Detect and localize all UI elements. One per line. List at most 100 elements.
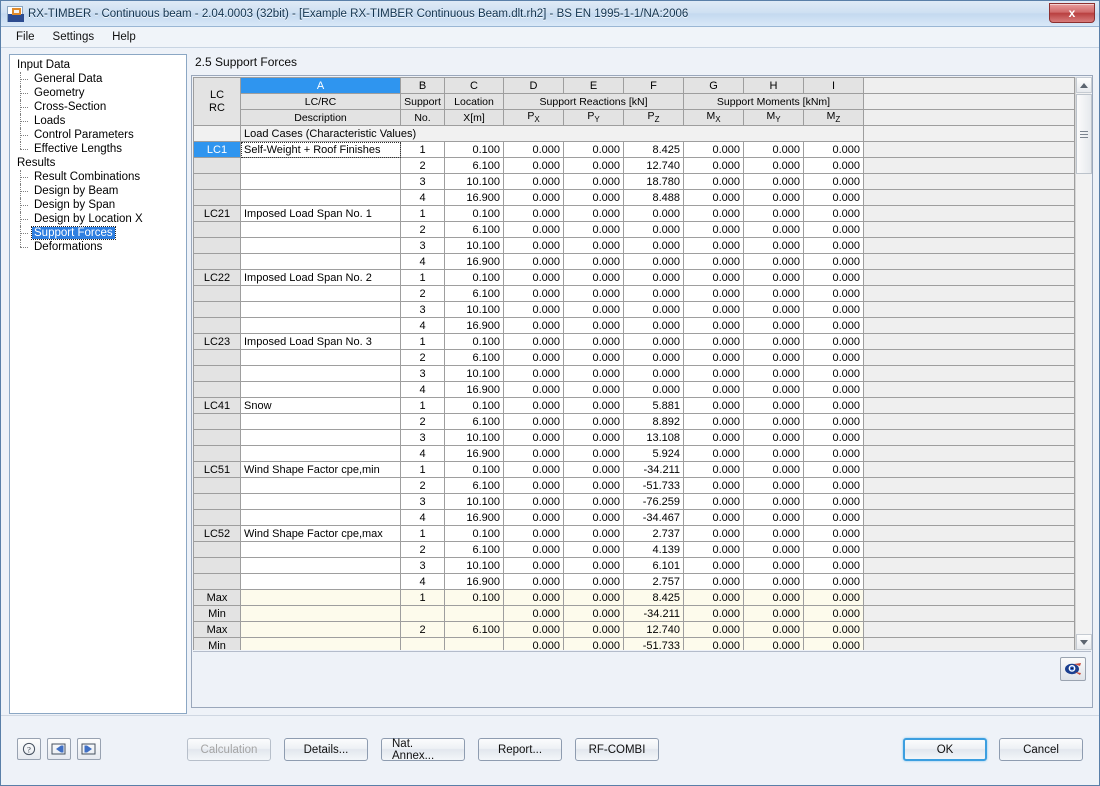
cell-desc[interactable]: Imposed Load Span No. 1 xyxy=(240,205,401,222)
cell-desc[interactable] xyxy=(240,573,401,590)
row-header-lc[interactable] xyxy=(193,477,241,494)
cell-py[interactable]: 0.000 xyxy=(563,381,624,398)
cell-pz[interactable]: 0.000 xyxy=(623,301,684,318)
cell-my[interactable]: 0.000 xyxy=(743,493,804,510)
cell-px[interactable]: 0.000 xyxy=(503,493,564,510)
cell-py[interactable]: 0.000 xyxy=(563,525,624,542)
cell-px[interactable]: 0.000 xyxy=(503,557,564,574)
row-header-lc[interactable]: LC21 xyxy=(193,205,241,222)
cell-no[interactable]: 1 xyxy=(400,589,445,606)
cell-py[interactable]: 0.000 xyxy=(563,605,624,622)
cell-mz[interactable]: 0.000 xyxy=(803,141,864,158)
cell-my[interactable]: 0.000 xyxy=(743,509,804,526)
cell-desc[interactable] xyxy=(240,557,401,574)
cell-x[interactable]: 0.100 xyxy=(444,269,504,286)
table-vertical-scrollbar[interactable] xyxy=(1075,77,1092,650)
cell-my[interactable]: 0.000 xyxy=(743,157,804,174)
cell-x[interactable]: 6.100 xyxy=(444,541,504,558)
cell-x[interactable]: 16.900 xyxy=(444,189,504,206)
column-header-a[interactable]: A xyxy=(240,77,401,94)
cell-my[interactable]: 0.000 xyxy=(743,445,804,462)
cell-mx[interactable]: 0.000 xyxy=(683,397,744,414)
cell-no[interactable]: 4 xyxy=(400,381,445,398)
row-header-lc[interactable]: LC52 xyxy=(193,525,241,542)
cell-py[interactable]: 0.000 xyxy=(563,173,624,190)
cell-py[interactable]: 0.000 xyxy=(563,397,624,414)
cell-pz[interactable]: 0.000 xyxy=(623,381,684,398)
cell-pz[interactable]: 0.000 xyxy=(623,285,684,302)
table-row[interactable]: 4 16.900 0.000 0.000 0.000 0.000 0.000 0.000 xyxy=(193,317,1075,334)
cell-px[interactable]: 0.000 xyxy=(503,429,564,446)
cell-my[interactable]: 0.000 xyxy=(743,173,804,190)
calculation-button[interactable]: Calculation xyxy=(187,738,271,761)
cell-x[interactable]: 0.100 xyxy=(444,589,504,606)
table-row[interactable]: 2 6.100 0.000 0.000 12.740 0.000 0.000 0.000 xyxy=(193,157,1075,174)
cell-x[interactable]: 6.100 xyxy=(444,477,504,494)
cell-x[interactable]: 10.100 xyxy=(444,237,504,254)
cell-mz[interactable]: 0.000 xyxy=(803,221,864,238)
cell-px[interactable]: 0.000 xyxy=(503,509,564,526)
cell-x[interactable]: 6.100 xyxy=(444,621,504,638)
cell-mx[interactable]: 0.000 xyxy=(683,637,744,650)
cell-pz[interactable]: 0.000 xyxy=(623,365,684,382)
cell-pz[interactable]: -51.733 xyxy=(623,637,684,650)
cell-pz[interactable]: -76.259 xyxy=(623,493,684,510)
cell-mx[interactable]: 0.000 xyxy=(683,621,744,638)
column-header-e[interactable]: E xyxy=(563,77,624,94)
cell-py[interactable]: 0.000 xyxy=(563,301,624,318)
row-header-lc[interactable] xyxy=(193,157,241,174)
cell-x[interactable]: 0.100 xyxy=(444,333,504,350)
cell-mx[interactable]: 0.000 xyxy=(683,509,744,526)
cell-desc[interactable] xyxy=(240,173,401,190)
cell-py[interactable]: 0.000 xyxy=(563,573,624,590)
table-row[interactable]: Max 2 6.100 0.000 0.000 12.740 0.000 0.000 0.000 xyxy=(193,621,1075,638)
cell-no[interactable]: 3 xyxy=(400,365,445,382)
cell-my[interactable]: 0.000 xyxy=(743,317,804,334)
row-header-lc[interactable] xyxy=(193,493,241,510)
cell-no[interactable]: 2 xyxy=(400,221,445,238)
table-row[interactable]: 4 16.900 0.000 0.000 0.000 0.000 0.000 0.000 xyxy=(193,381,1075,398)
cell-py[interactable]: 0.000 xyxy=(563,349,624,366)
cell-px[interactable]: 0.000 xyxy=(503,157,564,174)
row-header-lc[interactable]: LC41 xyxy=(193,397,241,414)
cell-py[interactable]: 0.000 xyxy=(563,621,624,638)
cell-mx[interactable]: 0.000 xyxy=(683,365,744,382)
cell-pz[interactable]: 18.780 xyxy=(623,173,684,190)
cell-desc[interactable] xyxy=(240,189,401,206)
cell-mz[interactable]: 0.000 xyxy=(803,189,864,206)
cell-pz[interactable]: 0.000 xyxy=(623,237,684,254)
cell-py[interactable]: 0.000 xyxy=(563,237,624,254)
table-row[interactable]: LC51 Wind Shape Factor cpe,min 1 0.100 0.000… xyxy=(193,461,1075,478)
cell-my[interactable]: 0.000 xyxy=(743,589,804,606)
cell-desc[interactable] xyxy=(240,221,401,238)
cell-px[interactable]: 0.000 xyxy=(503,221,564,238)
cell-mz[interactable]: 0.000 xyxy=(803,557,864,574)
column-header-g[interactable]: G xyxy=(683,77,744,94)
row-header-lc[interactable] xyxy=(193,557,241,574)
cell-x[interactable]: 10.100 xyxy=(444,557,504,574)
cell-my[interactable]: 0.000 xyxy=(743,349,804,366)
cell-py[interactable]: 0.000 xyxy=(563,317,624,334)
sidebar-item-loads[interactable]: Loads xyxy=(15,114,186,128)
menu-item-file[interactable]: File xyxy=(7,29,44,45)
cell-desc[interactable]: Imposed Load Span No. 3 xyxy=(240,333,401,350)
cell-pz[interactable]: 0.000 xyxy=(623,349,684,366)
cell-px[interactable]: 0.000 xyxy=(503,589,564,606)
row-header-lc[interactable] xyxy=(193,301,241,318)
cell-py[interactable]: 0.000 xyxy=(563,253,624,270)
cell-mz[interactable]: 0.000 xyxy=(803,525,864,542)
cell-mx[interactable]: 0.000 xyxy=(683,557,744,574)
cell-mx[interactable]: 0.000 xyxy=(683,573,744,590)
cell-my[interactable]: 0.000 xyxy=(743,381,804,398)
cell-pz[interactable]: 5.924 xyxy=(623,445,684,462)
cell-px[interactable]: 0.000 xyxy=(503,189,564,206)
table-row[interactable]: 3 10.100 0.000 0.000 6.101 0.000 0.000 0.000 xyxy=(193,557,1075,574)
cell-pz[interactable]: 8.425 xyxy=(623,141,684,158)
table-row[interactable]: 4 16.900 0.000 0.000 -34.467 0.000 0.000 0.000 xyxy=(193,509,1075,526)
table-row[interactable]: LC1 Self-Weight + Roof Finishes 1 0.100 0.00… xyxy=(193,141,1075,158)
cell-py[interactable]: 0.000 xyxy=(563,477,624,494)
cell-x[interactable]: 10.100 xyxy=(444,173,504,190)
cell-pz[interactable]: 12.740 xyxy=(623,157,684,174)
cell-mz[interactable]: 0.000 xyxy=(803,285,864,302)
row-header-lc[interactable] xyxy=(193,173,241,190)
